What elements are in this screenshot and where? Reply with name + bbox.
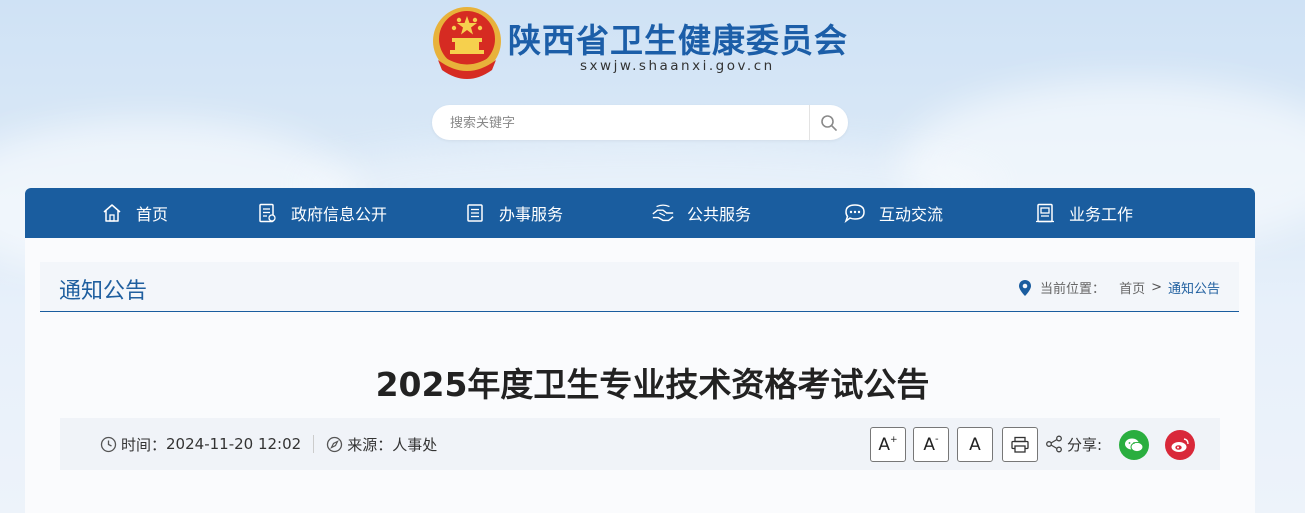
location-pin-icon [1019, 279, 1032, 296]
nav-item-label: 业务工作 [1069, 205, 1134, 224]
site-domain: sxwjw.shaanxi.gov.cn [580, 58, 775, 74]
national-emblem-logo [430, 4, 504, 82]
article-meta-info: 时间： 2024-11-20 12:02 来源： 人事处 [100, 418, 437, 470]
search-box [432, 105, 848, 142]
article-meta-bar: 时间： 2024-11-20 12:02 来源： 人事处 A + A- A 分享… [60, 418, 1220, 470]
nav-item-label: 政府信息公开 [291, 205, 388, 224]
nav-item-interaction[interactable]: 互动交流 [843, 188, 943, 238]
print-button[interactable] [1002, 427, 1038, 462]
share-label: 分享: [1067, 435, 1103, 454]
share-section: 分享: [1045, 418, 1102, 470]
share-icon [1046, 435, 1062, 453]
home-icon [100, 201, 124, 225]
site-title: 陕西省卫生健康委员会 [508, 21, 848, 60]
weibo-icon [1171, 438, 1189, 452]
nav-item-gov-info[interactable]: 政府信息公开 [255, 188, 387, 238]
search-input[interactable] [448, 105, 812, 142]
font-size-increase-label: A [878, 434, 891, 455]
font-size-increase-button[interactable]: A + [870, 427, 906, 462]
document-icon [255, 201, 279, 225]
section-header: 通知公告 当前位置： 首页 > 通知公告 [40, 262, 1239, 312]
nav-item-label: 首页 [136, 205, 169, 224]
share-wechat-button[interactable] [1119, 430, 1149, 460]
meta-divider [313, 435, 315, 453]
search-button[interactable] [809, 105, 848, 140]
chat-icon [843, 201, 867, 225]
handshake-icon [651, 201, 675, 225]
nav-item-public-services[interactable]: 公共服务 [651, 188, 751, 238]
font-size-decrease-label: A [923, 434, 936, 455]
share-weibo-button[interactable] [1165, 430, 1195, 460]
breadcrumb: 当前位置： 首页 > 通知公告 [1018, 278, 1220, 297]
nav-item-home[interactable]: 首页 [100, 188, 168, 238]
nav-item-label: 互动交流 [879, 205, 944, 224]
source-label: 来源： [347, 435, 393, 454]
font-size-decrease-sup: - [935, 434, 939, 445]
printer-icon [1011, 436, 1029, 453]
time-value: 2024-11-20 12:02 [166, 435, 302, 453]
compass-icon [327, 436, 343, 452]
font-size-decrease-button[interactable]: A- [913, 427, 949, 462]
clock-icon [100, 436, 117, 452]
article-title: 2025年度卫生专业技术资格考试公告 [375, 365, 930, 404]
breadcrumb-home-link[interactable]: 首页 [1119, 278, 1145, 297]
wechat-icon [1125, 438, 1144, 453]
nav-item-label: 公共服务 [687, 205, 752, 224]
nav-item-services[interactable]: 办事服务 [463, 188, 563, 238]
breadcrumb-separator: > [1151, 280, 1162, 295]
location-label: 当前位置： [1040, 282, 1106, 297]
main-nav: 首页 政府信息公开 办事服务 公共服务 互动交流 业务工作 [25, 188, 1255, 238]
list-icon [463, 201, 487, 225]
breadcrumb-current[interactable]: 通知公告 [1168, 278, 1220, 297]
briefcase-icon [1033, 201, 1057, 225]
font-size-default-button[interactable]: A [957, 427, 993, 462]
time-label: 时间： [121, 435, 167, 454]
section-title: 通知公告 [59, 279, 148, 304]
nav-item-business[interactable]: 业务工作 [1033, 188, 1133, 238]
font-size-increase-sup: + [890, 434, 898, 445]
font-size-default-label: A [969, 434, 981, 455]
source-value: 人事处 [392, 435, 438, 454]
search-icon [821, 114, 837, 131]
nav-item-label: 办事服务 [499, 205, 564, 224]
